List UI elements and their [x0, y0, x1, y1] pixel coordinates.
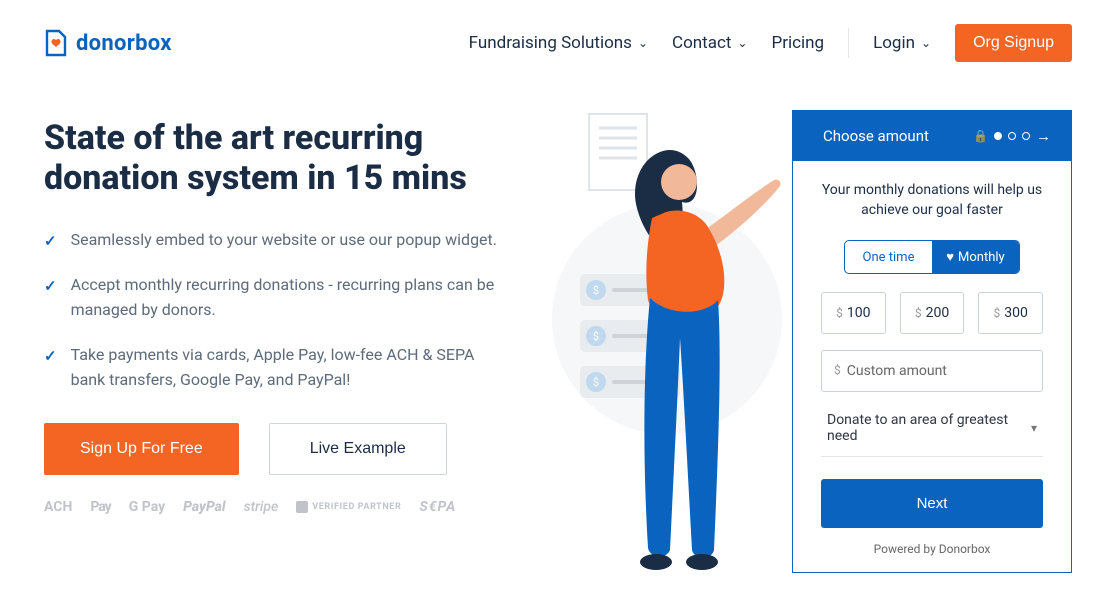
hero-illustration: $ $ $ — [532, 118, 1072, 515]
sepa-logo: S€PA — [419, 499, 456, 515]
custom-amount-placeholder: Custom amount — [847, 363, 947, 379]
step-dot — [1008, 132, 1016, 140]
paypal-logo: PayPal — [183, 499, 225, 515]
form-subtitle: Your monthly donations will help us achi… — [821, 181, 1043, 220]
feature-text: Accept monthly recurring donations - rec… — [71, 273, 504, 323]
check-icon: ✓ — [44, 230, 57, 253]
feature-text: Seamlessly embed to your website or use … — [71, 228, 497, 253]
frequency-onetime[interactable]: One time — [845, 241, 932, 273]
nav-fundraising[interactable]: Fundraising Solutions ⌄ — [469, 33, 648, 53]
stripe-logo: stripe — [244, 499, 279, 515]
heart-icon: ♥ — [946, 249, 954, 265]
lock-icon: 🔒 — [973, 129, 988, 143]
designation-dropdown[interactable]: Donate to an area of greatest need ▾ — [821, 398, 1043, 457]
ach-logo: ACH — [44, 499, 72, 515]
divider — [848, 28, 849, 58]
step-indicator: 🔒 → — [973, 127, 1051, 145]
feature-item: ✓ Accept monthly recurring donations - r… — [44, 273, 504, 323]
currency-symbol: $ — [834, 363, 841, 379]
chevron-down-icon: ⌄ — [921, 36, 931, 50]
form-header: Choose amount 🔒 → — [793, 111, 1071, 161]
nav-contact[interactable]: Contact ⌄ — [672, 33, 747, 53]
chevron-down-icon: ▾ — [1031, 421, 1037, 435]
nav-label: Contact — [672, 33, 731, 53]
chevron-down-icon: ⌄ — [737, 36, 747, 50]
person-illustration — [622, 138, 792, 578]
amount-100[interactable]: $100 — [821, 292, 886, 334]
form-header-title: Choose amount — [823, 127, 929, 145]
nav-label: Fundraising Solutions — [469, 33, 632, 53]
nav-label: Login — [873, 33, 915, 53]
amount-200[interactable]: $200 — [900, 292, 965, 334]
logo-icon — [44, 29, 68, 57]
org-signup-button[interactable]: Org Signup — [955, 24, 1072, 62]
step-dot-active — [994, 132, 1002, 140]
apple-pay-logo: Pay — [90, 499, 110, 515]
amount-300[interactable]: $300 — [978, 292, 1043, 334]
feature-item: ✓ Take payments via cards, Apple Pay, lo… — [44, 343, 504, 393]
feature-item: ✓ Seamlessly embed to your website or us… — [44, 228, 504, 253]
step-dot — [1022, 132, 1030, 140]
nav-label: Pricing — [771, 33, 824, 53]
nav-pricing[interactable]: Pricing — [771, 33, 824, 53]
chevron-down-icon: ⌄ — [638, 36, 648, 50]
signup-free-button[interactable]: Sign Up For Free — [44, 423, 239, 475]
verified-partner-badge: VERIFIED PARTNER — [296, 501, 401, 513]
arrow-right-icon: → — [1036, 127, 1051, 145]
donation-form: Choose amount 🔒 → Your monthly donations… — [792, 110, 1072, 573]
check-icon: ✓ — [44, 275, 57, 323]
top-nav: donorbox Fundraising Solutions ⌄ Contact… — [44, 24, 1072, 62]
dropdown-label: Donate to an area of greatest need — [827, 412, 1031, 444]
frequency-monthly[interactable]: ♥ Monthly — [932, 241, 1019, 273]
nav-login[interactable]: Login ⌄ — [873, 33, 931, 53]
logo[interactable]: donorbox — [44, 29, 172, 57]
hero-title: State of the art recurring donation syst… — [44, 118, 504, 198]
google-pay-logo: G Pay — [129, 499, 165, 515]
powered-by: Powered by Donorbox — [821, 542, 1043, 556]
check-icon: ✓ — [44, 345, 57, 393]
live-example-button[interactable]: Live Example — [269, 423, 447, 475]
frequency-toggle: One time ♥ Monthly — [844, 240, 1020, 274]
nav-right: Fundraising Solutions ⌄ Contact ⌄ Pricin… — [469, 24, 1072, 62]
payment-logos: ACH Pay G Pay PayPal stripe VERIFIED PAR… — [44, 499, 504, 515]
logo-text: donorbox — [76, 31, 172, 56]
feature-text: Take payments via cards, Apple Pay, low-… — [71, 343, 504, 393]
next-button[interactable]: Next — [821, 479, 1043, 528]
custom-amount-input[interactable]: $ Custom amount — [821, 350, 1043, 392]
